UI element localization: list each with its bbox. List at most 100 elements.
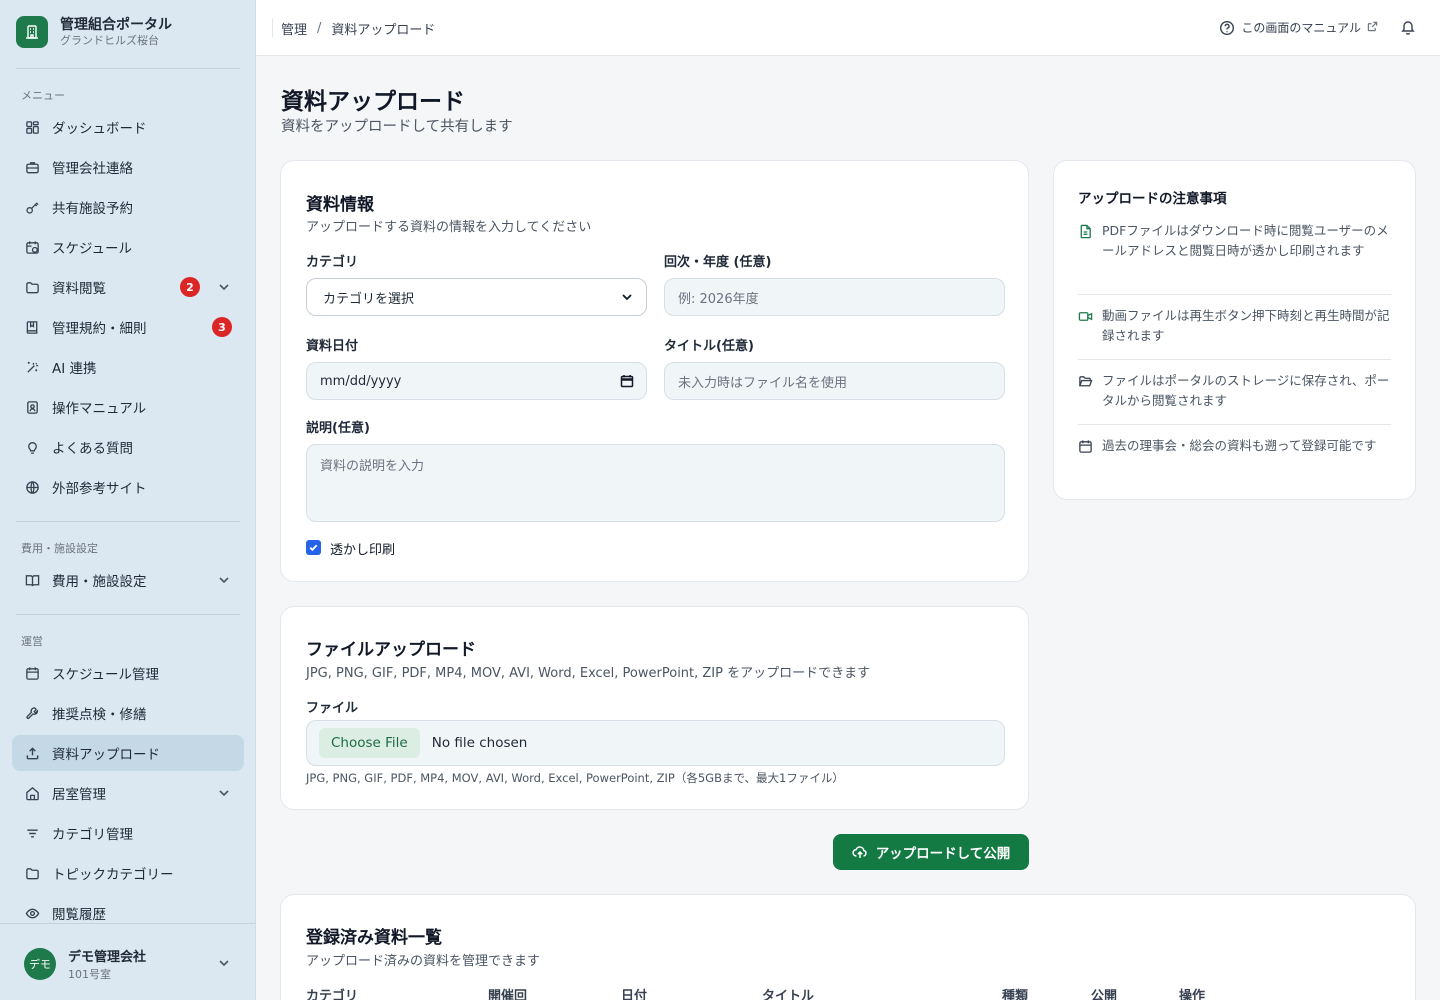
note-text: ファイルはポータルのストレージに保存され、ポータルから閲覧されます [1102, 373, 1390, 408]
watermark-checkbox[interactable] [306, 540, 321, 555]
divider [16, 68, 240, 69]
chevron-down-icon[interactable] [217, 573, 231, 587]
sidebar-item-label: 資料閲覧 [52, 281, 106, 297]
calendar-icon [1078, 439, 1093, 454]
notes-title: アップロードの注意事項 [1078, 191, 1227, 207]
sidebar-item-schedule-admin[interactable]: スケジュール管理 [12, 655, 244, 691]
sidebar-item-label: よくある質問 [52, 441, 133, 457]
sidebar-item-label: トピックカテゴリー [52, 867, 174, 883]
sidebar-item-facility-booking[interactable]: 共有施設予約 [12, 189, 244, 225]
grid-icon [24, 119, 40, 135]
sidebar-item-schedule[interactable]: スケジュール [12, 229, 244, 265]
chevron-down-icon[interactable] [217, 956, 231, 970]
divider [1078, 294, 1391, 295]
sidebar-item-dashboard[interactable]: ダッシュボード [12, 109, 244, 145]
sidebar-item-category-management[interactable]: カテゴリ管理 [12, 815, 244, 851]
brand-subtitle: グランドヒルズ桜台 [60, 34, 159, 47]
wrench-icon [24, 705, 40, 721]
folder-icon [24, 279, 40, 295]
open-book-icon [24, 572, 40, 588]
sidebar-item-label: 操作マニュアル [52, 401, 147, 417]
manual-icon [24, 399, 40, 415]
sidebar-item-label: 居室管理 [52, 787, 106, 803]
chevron-down-icon[interactable] [217, 786, 231, 800]
upload-publish-button[interactable]: アップロードして公開 [833, 834, 1029, 870]
page-subtitle: 資料をアップロードして共有します [281, 119, 513, 135]
video-icon [1078, 309, 1093, 324]
chevron-down-icon[interactable] [217, 280, 231, 294]
description-textarea[interactable]: 資料の説明を入力 [306, 444, 1005, 522]
upload-icon [24, 745, 40, 761]
choose-file-button[interactable]: Choose File [319, 728, 420, 758]
note-item: PDFファイルはダウンロード時に閲覧ユーザーのメールアドレスと閲覧日時が透かし印… [1078, 221, 1391, 261]
sidebar-item-label: 外部参考サイト [52, 481, 147, 497]
column-header-session[interactable]: 開催回 [488, 985, 527, 1000]
card-description: JPG, PNG, GIF, PDF, MP4, MOV, AVI, Word,… [306, 666, 871, 681]
file-label: ファイル [306, 701, 359, 716]
breadcrumb-item-current: 資料アップロード [331, 22, 436, 38]
user-name: デモ管理会社 [68, 950, 147, 965]
no-file-text: No file chosen [431, 735, 528, 751]
help-circle-icon [1219, 20, 1235, 36]
avatar: デモ [24, 948, 56, 980]
sidebar-item-bylaws[interactable]: 管理規約・細則 3 [12, 309, 244, 345]
external-link-icon [1367, 21, 1378, 35]
sidebar-item-management-contact[interactable]: 管理会社連絡 [12, 149, 244, 185]
chevron-down-icon [620, 290, 634, 304]
calendar-picker-icon[interactable] [620, 374, 634, 388]
folder-open-icon [1078, 374, 1093, 389]
file-upload-card: ファイルアップロード JPG, PNG, GIF, PDF, MP4, MOV,… [280, 606, 1029, 810]
period-label: 回次・年度 (任意) [664, 255, 772, 270]
column-header-date[interactable]: 日付 [621, 985, 647, 1000]
sidebar-item-topic-category[interactable]: トピックカテゴリー [12, 855, 244, 891]
bell-icon[interactable] [1400, 19, 1416, 35]
title-label: タイトル(任意) [664, 339, 754, 354]
sidebar-item-document-upload[interactable]: 資料アップロード [12, 735, 244, 771]
section-fees: 費用・施設設定 [21, 542, 98, 555]
period-input[interactable]: 例: 2026年度 [664, 278, 1005, 316]
sidebar-item-label: 管理会社連絡 [52, 161, 133, 177]
section-operations: 運営 [21, 635, 43, 648]
sidebar-item-room-management[interactable]: 居室管理 [12, 775, 244, 811]
sidebar-item-manual[interactable]: 操作マニュアル [12, 389, 244, 425]
watermark-label[interactable]: 透かし印刷 [330, 539, 395, 558]
sidebar-item-maintenance[interactable]: 推奨点検・修繕 [12, 695, 244, 731]
category-select[interactable]: カテゴリを選択 [306, 278, 647, 316]
file-input[interactable]: Choose File No file chosen [306, 720, 1005, 766]
brand[interactable]: 管理組合ポータル グランドヒルズ桜台 [16, 16, 172, 48]
breadcrumb-item-admin[interactable]: 管理 [281, 19, 307, 38]
sidebar-item-fee-settings[interactable]: 費用・施設設定 [12, 562, 244, 598]
column-header-category[interactable]: カテゴリ [306, 985, 358, 1000]
column-header-type[interactable]: 種類 [1002, 985, 1028, 1000]
user-room: 101号室 [68, 968, 111, 981]
globe-icon [24, 479, 40, 495]
sidebar-item-faq[interactable]: よくある質問 [12, 429, 244, 465]
card-description: アップロードする資料の情報を入力してください [306, 220, 592, 235]
sidebar-item-documents[interactable]: 資料閲覧 2 [12, 269, 244, 305]
column-header-published[interactable]: 公開 [1091, 985, 1117, 1000]
user-menu[interactable]: デモ デモ管理会社 101号室 [0, 923, 255, 1000]
date-input[interactable]: mm/dd/yyyy [306, 362, 647, 400]
eye-icon [24, 905, 40, 921]
registered-documents-card: 登録済み資料一覧 アップロード済みの資料を管理できます カテゴリ 開催回 日付 … [280, 894, 1416, 1000]
sidebar-item-ai[interactable]: AI 連携 [12, 349, 244, 385]
file-icon [1078, 224, 1093, 239]
card-title: ファイルアップロード [306, 640, 476, 660]
category-select-value: カテゴリを選択 [323, 291, 415, 307]
description-placeholder: 資料の説明を入力 [320, 459, 425, 474]
note-item: ファイルはポータルのストレージに保存され、ポータルから閲覧されます [1078, 371, 1391, 411]
key-icon [24, 199, 40, 215]
folder-icon [24, 865, 40, 881]
sidebar-item-label: ダッシュボード [52, 121, 147, 137]
filter-icon [24, 825, 40, 841]
column-header-title[interactable]: タイトル [762, 985, 814, 1000]
sidebar-item-external-links[interactable]: 外部参考サイト [12, 469, 244, 505]
file-hint: JPG, PNG, GIF, PDF, MP4, MOV, AVI, Word,… [306, 771, 844, 785]
title-input[interactable]: 未入力時はファイル名を使用 [664, 362, 1005, 400]
lightbulb-icon [24, 439, 40, 455]
divider [1078, 424, 1391, 425]
note-text: PDFファイルはダウンロード時に閲覧ユーザーのメールアドレスと閲覧日時が透かし印… [1102, 223, 1389, 258]
date-label: 資料日付 [306, 339, 359, 354]
sidebar-item-label: 資料アップロード [52, 747, 160, 763]
manual-link[interactable]: この画面のマニュアル [1219, 19, 1378, 36]
